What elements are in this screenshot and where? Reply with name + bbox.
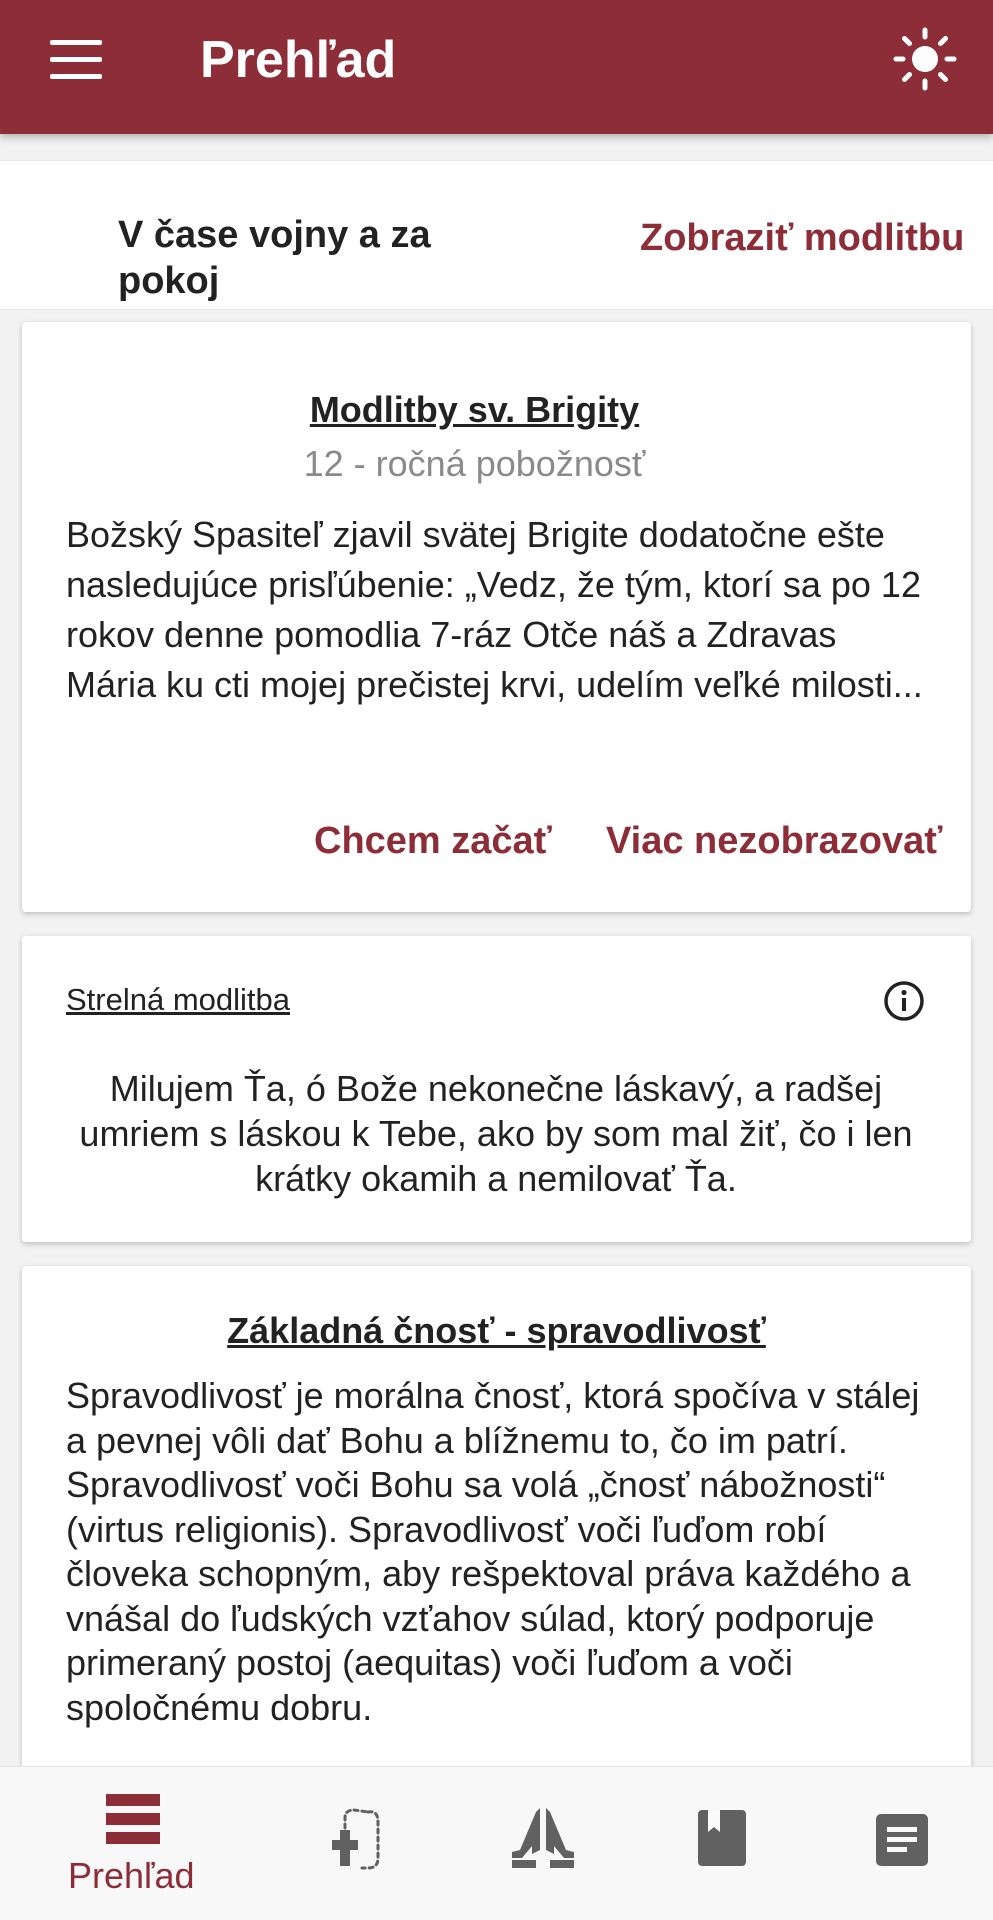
- praying-hands-icon: [512, 1808, 574, 1868]
- dont-show-again-button[interactable]: Viac nezobrazovať: [606, 816, 942, 866]
- info-icon[interactable]: [882, 979, 926, 1023]
- menu-icon[interactable]: [50, 40, 104, 80]
- intention-title: V čase vojny a za pokoj: [118, 214, 431, 302]
- rosary-icon: [332, 1808, 380, 1870]
- brigita-card-title[interactable]: Modlitby sv. Brigity: [0, 388, 949, 432]
- page-title: Prehľad: [200, 31, 397, 89]
- brightness-icon[interactable]: [893, 27, 957, 91]
- brigita-card-subtitle: 12 - ročná pobožnosť: [303, 443, 646, 484]
- nav-item-overview[interactable]: Prehľad: [50, 1766, 220, 1920]
- virtue-card-title[interactable]: Základná čnosť - spravodlivosť: [0, 1308, 993, 1354]
- brigita-card-body: Božský Spasiteľ zjavil svätej Brigite do…: [66, 514, 923, 705]
- document-icon: [876, 1814, 928, 1866]
- ejaculation-text: Milujem Ťa, ó Bože nekonečne láskavý, a …: [79, 1068, 913, 1199]
- nav-item-prayers[interactable]: [502, 1766, 592, 1920]
- bookmark-book-icon: [698, 1810, 746, 1866]
- nav-item-notes[interactable]: [864, 1766, 954, 1920]
- start-button[interactable]: Chcem začať: [314, 816, 552, 866]
- virtue-card-body: Spravodlivosť je morálna čnosť, ktorá sp…: [66, 1375, 920, 1728]
- show-prayer-link[interactable]: Zobraziť modlitbu: [640, 215, 964, 261]
- nav-item-overview-label: Prehľad: [68, 1855, 195, 1896]
- app-bar: Prehľad: [0, 0, 993, 134]
- nav-item-rosary[interactable]: [318, 1766, 408, 1920]
- overview-icon: [106, 1794, 160, 1844]
- nav-item-book[interactable]: [684, 1766, 774, 1920]
- ejaculation-label[interactable]: Strelná modlitba: [66, 980, 290, 1020]
